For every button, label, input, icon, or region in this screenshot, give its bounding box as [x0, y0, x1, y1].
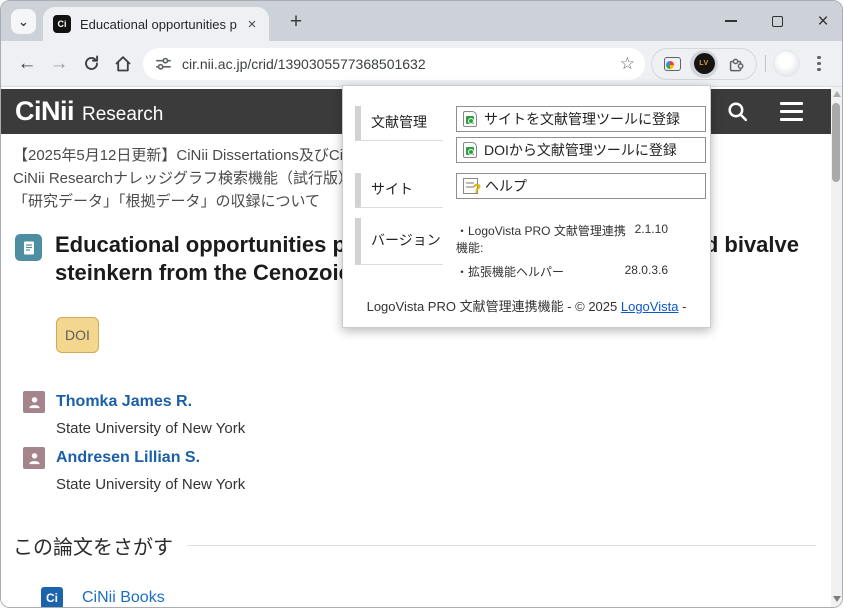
- toolbar-separator: [765, 55, 766, 72]
- logo-main-text: CiNii: [15, 96, 75, 126]
- cinii-books-link[interactable]: CiNii Books: [82, 589, 165, 607]
- bib-tool-icon: [463, 142, 477, 158]
- footer-text: LogoVista PRO 文献管理連携機能 - © 2025: [366, 299, 621, 314]
- author-link[interactable]: Thomka James R.: [56, 393, 192, 411]
- help-icon: ?: [463, 178, 481, 196]
- vertical-scrollbar[interactable]: [831, 87, 842, 607]
- version-name: ・拡張機能ヘルパー: [456, 265, 565, 279]
- author-row: Thomka James R.: [23, 391, 245, 413]
- logovista-extension-icon: LV: [693, 53, 715, 74]
- register-site-label: サイトを文献管理ツールに登録: [484, 111, 680, 127]
- logovista-link[interactable]: LogoVista: [621, 299, 679, 314]
- footer-suffix: -: [678, 299, 687, 314]
- doi-badge[interactable]: DOI: [56, 317, 99, 353]
- window-close-button[interactable]: ×: [814, 12, 832, 31]
- address-bar[interactable]: cir.nii.ac.jp/crid/1390305577368501632 ☆: [143, 47, 645, 80]
- window-controls: ×: [722, 1, 832, 41]
- popup-footer: LogoVista PRO 文献管理連携機能 - © 2025 LogoVist…: [343, 296, 710, 315]
- popup-row-site: サイト ? ヘルプ: [355, 173, 710, 208]
- popup-label-site: サイト: [355, 173, 443, 208]
- logovista-extension-popup: 文献管理 サイトを文献管理ツールに登録 DOIから文献管理ツールに登録 サイト …: [342, 85, 711, 328]
- url-text[interactable]: cir.nii.ac.jp/crid/1390305577368501632: [182, 56, 620, 72]
- author-link[interactable]: Andresen Lillian S.: [56, 449, 200, 467]
- bookmark-star-icon[interactable]: ☆: [620, 54, 635, 74]
- reload-button[interactable]: [75, 48, 107, 80]
- section-divider: [187, 545, 816, 546]
- author-affiliation: State University of New York: [56, 476, 246, 493]
- version-value: 28.0.3.6: [624, 263, 668, 277]
- cast-extension-icon: [663, 56, 681, 71]
- popup-row-version: バージョン ・LogoVista PRO 文献管理連携機能: 2.1.10 ・拡…: [355, 218, 710, 280]
- cinii-books-row: Ci CiNii Books: [41, 587, 816, 607]
- person-icon: [23, 391, 45, 413]
- scrollbar-thumb[interactable]: [832, 103, 840, 182]
- puzzle-icon: [729, 58, 744, 71]
- home-button[interactable]: [107, 48, 139, 80]
- minimize-button[interactable]: [722, 12, 740, 30]
- browser-tab[interactable]: Ci Educational opportunities provi ×: [43, 7, 269, 41]
- profile-avatar[interactable]: [773, 50, 800, 77]
- browser-menu-button[interactable]: [806, 51, 832, 77]
- help-button[interactable]: ? ヘルプ: [456, 173, 706, 199]
- article-document-icon: [15, 234, 42, 261]
- author-row: Andresen Lillian S.: [23, 447, 245, 469]
- article-title-fragment-right: d bivalve: [704, 232, 799, 257]
- register-doi-button[interactable]: DOIから文献管理ツールに登録: [456, 137, 706, 163]
- maximize-button[interactable]: [768, 12, 786, 30]
- forward-button[interactable]: →: [43, 48, 75, 80]
- popup-label-version: バージョン: [355, 218, 443, 265]
- bib-tool-icon: [463, 111, 477, 127]
- version-row: ・LogoVista PRO 文献管理連携機能: 2.1.10: [456, 222, 668, 256]
- reload-icon: [84, 55, 98, 70]
- version-name: ・LogoVista PRO 文献管理連携機能:: [456, 224, 626, 255]
- author-affiliation: State University of New York: [56, 420, 246, 437]
- extensions-menu-button[interactable]: [722, 50, 750, 78]
- titlebar: ⌄ Ci Educational opportunities provi × +…: [1, 1, 842, 41]
- register-doi-label: DOIから文献管理ツールに登録: [484, 142, 677, 158]
- back-button[interactable]: ←: [11, 48, 43, 80]
- version-row: ・拡張機能ヘルパー 28.0.3.6: [456, 263, 668, 280]
- chevron-down-icon: ⌄: [18, 13, 29, 29]
- hamburger-menu-icon[interactable]: [780, 102, 803, 121]
- cinii-books-icon: Ci: [41, 587, 63, 607]
- site-info-icon[interactable]: [155, 55, 172, 72]
- new-tab-button[interactable]: +: [283, 9, 309, 35]
- tab-close-icon[interactable]: ×: [243, 15, 261, 33]
- cinii-logo[interactable]: CiNii Research: [15, 96, 163, 127]
- tab-search-button[interactable]: ⌄: [11, 9, 36, 34]
- scroll-up-arrow-icon[interactable]: [832, 91, 841, 97]
- version-value: 2.1.10: [634, 222, 668, 236]
- logo-sub-text: Research: [82, 104, 164, 125]
- extensions-pill: LV: [651, 47, 757, 80]
- browser-toolbar: ← → cir.nii.ac.jp/crid/13903055773685016…: [1, 41, 842, 87]
- cinii-favicon-icon: Ci: [53, 15, 71, 33]
- help-label: ヘルプ: [485, 178, 527, 194]
- register-site-button[interactable]: サイトを文献管理ツールに登録: [456, 106, 706, 132]
- popup-row-bunken: 文献管理 サイトを文献管理ツールに登録 DOIから文献管理ツールに登録: [355, 106, 710, 163]
- find-article-section: この論文をさがす Ci CiNii Books: [13, 531, 816, 607]
- popup-label-bunken: 文献管理: [355, 106, 443, 141]
- browser-window: ⌄ Ci Educational opportunities provi × +…: [0, 0, 843, 608]
- search-icon[interactable]: [725, 99, 750, 124]
- logovista-extension-button[interactable]: LV: [690, 49, 718, 78]
- article-title-fragment-left: Educational opportunities pro: [55, 232, 368, 257]
- cast-extension-button[interactable]: [658, 50, 686, 78]
- find-section-heading: この論文をさがす: [13, 537, 173, 559]
- home-icon: [115, 55, 131, 71]
- authors-list: Thomka James R. State University of New …: [23, 391, 245, 503]
- scroll-down-arrow-icon[interactable]: [832, 596, 841, 602]
- tab-title: Educational opportunities provi: [80, 16, 237, 32]
- person-icon: [23, 447, 45, 469]
